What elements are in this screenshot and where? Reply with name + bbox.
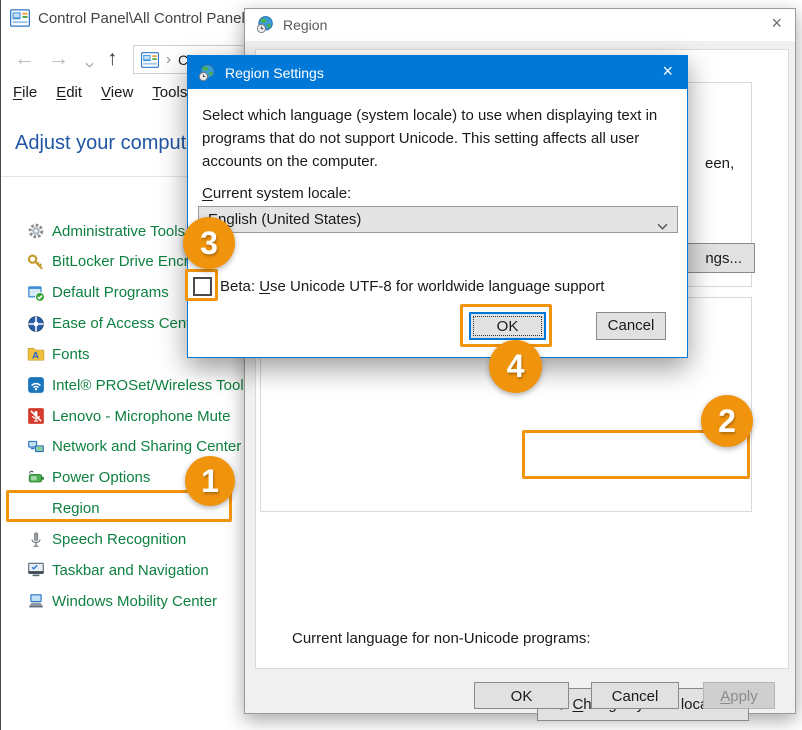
sidebar-item-label: Windows Mobility Center	[52, 593, 217, 610]
taskbar-icon	[27, 561, 45, 579]
ease-of-access-icon	[27, 315, 45, 333]
default-programs-icon	[27, 284, 45, 302]
up-button[interactable]: ↑	[107, 48, 118, 69]
screen: Control Panel\All Control Panel Items ← …	[0, 0, 802, 730]
fonts-folder-icon: A	[27, 345, 45, 363]
region-settings-ok-button[interactable]: OK	[469, 312, 546, 340]
region-ok-button[interactable]: OK	[474, 682, 569, 709]
close-icon[interactable]: ×	[662, 61, 673, 82]
forward-button[interactable]: →	[48, 48, 69, 69]
menu-bar: File Edit View Tools	[1, 84, 206, 108]
control-panel-icon	[10, 8, 30, 28]
sidebar-item-label: Lenovo - Microphone Mute	[52, 408, 230, 425]
region-globe-icon	[256, 16, 274, 34]
region-dialog-title: Region	[283, 17, 327, 33]
sidebar-item-lenovo-microphone-mute[interactable]: Lenovo - Microphone Mute	[27, 401, 230, 431]
chevron-down-icon	[657, 217, 668, 235]
close-icon[interactable]: ×	[771, 13, 782, 34]
sidebar-item-label: Ease of Access Center	[52, 315, 204, 332]
current-system-locale-label: Current system locale:	[202, 185, 351, 202]
non-unicode-label: Current language for non-Unicode program…	[292, 630, 591, 647]
region-settings-dialog: Region Settings × Select which language …	[187, 55, 688, 358]
region-dialog-titlebar: Region ×	[245, 9, 795, 41]
sidebar-item-label: Taskbar and Navigation	[52, 562, 209, 579]
welcome-screen-text-fragment: een,	[705, 155, 734, 172]
sidebar-item-label: Network and Sharing Center	[52, 438, 241, 455]
sidebar-item-label: Default Programs	[52, 284, 169, 301]
sidebar-item-speech-recognition[interactable]: Speech Recognition	[27, 525, 186, 555]
breadcrumb-chevron-icon: ›	[166, 51, 171, 68]
sidebar-item-region[interactable]: Region	[27, 494, 100, 524]
bitlocker-key-icon	[27, 253, 45, 271]
sidebar-item-network-and-sharing-center[interactable]: Network and Sharing Center	[27, 432, 241, 462]
menu-view[interactable]: View	[101, 84, 133, 101]
svg-text:A: A	[32, 351, 39, 362]
recent-pages-chevron-icon[interactable]	[85, 55, 94, 73]
speech-recognition-icon	[27, 531, 45, 549]
beta-utf8-checkbox[interactable]	[193, 277, 212, 296]
sidebar-item-windows-mobility-center[interactable]: Windows Mobility Center	[27, 586, 217, 616]
region-apply-button[interactable]: Apply	[703, 682, 775, 709]
system-locale-value: English (United States)	[208, 211, 361, 228]
network-icon	[27, 438, 45, 456]
menu-tools[interactable]: Tools	[152, 84, 187, 101]
menu-file[interactable]: File	[13, 84, 37, 101]
beta-utf8-label: Beta: Use Unicode UTF-8 for worldwide la…	[220, 278, 604, 295]
system-locale-dropdown[interactable]: English (United States)	[198, 206, 678, 233]
sidebar-item-label: Speech Recognition	[52, 531, 186, 548]
menu-edit[interactable]: Edit	[56, 84, 82, 101]
sidebar-item-label: Fonts	[52, 346, 90, 363]
sidebar-item-power-options[interactable]: Power Options	[27, 463, 150, 493]
region-settings-description: Select which language (system locale) to…	[202, 104, 664, 173]
sidebar-item-ease-of-access-center[interactable]: Ease of Access Center	[27, 309, 204, 339]
intel-wireless-icon	[27, 376, 45, 394]
region-cancel-button[interactable]: Cancel	[591, 682, 679, 709]
sidebar-item-taskbar-and-navigation[interactable]: Taskbar and Navigation	[27, 555, 209, 585]
region-globe-icon	[198, 64, 216, 82]
sidebar-item-default-programs[interactable]: Default Programs	[27, 278, 169, 308]
sidebar-item-intel-proset-wireless-tools[interactable]: Intel® PROSet/Wireless Tools	[27, 370, 251, 400]
region-settings-titlebar: Region Settings ×	[188, 56, 687, 89]
region-globe-icon	[27, 500, 45, 518]
control-panel-icon	[141, 51, 159, 69]
admin-tools-icon	[27, 222, 45, 240]
power-options-icon	[27, 469, 45, 487]
region-settings-title: Region Settings	[225, 65, 324, 81]
mobility-center-icon	[27, 592, 45, 610]
back-button[interactable]: ←	[14, 48, 35, 69]
sidebar-item-label: Power Options	[52, 469, 150, 486]
microphone-mute-icon	[27, 407, 45, 425]
sidebar-item-label: Intel® PROSet/Wireless Tools	[52, 377, 251, 394]
sidebar-item-label: Administrative Tools	[52, 223, 185, 240]
region-settings-cancel-button[interactable]: Cancel	[596, 312, 666, 340]
sidebar-item-label: Region	[52, 500, 100, 517]
sidebar-item-fonts[interactable]: A Fonts	[27, 339, 90, 369]
sidebar-item-administrative-tools[interactable]: Administrative Tools	[27, 216, 185, 246]
